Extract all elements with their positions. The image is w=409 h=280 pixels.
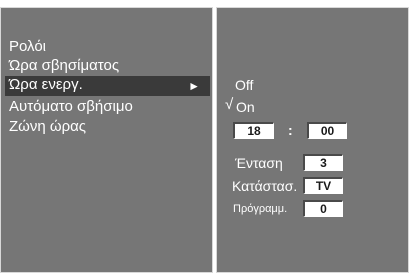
on-time-submenu-panel: Off √ On 18 : 00 Ένταση 3 Κατάστασ. TV Π… — [216, 7, 409, 273]
volume-field[interactable]: 3 — [303, 154, 343, 171]
menu-item-on-time[interactable]: Ώρα ενεργ. ► — [5, 76, 210, 96]
menu-item-clock[interactable]: Ρολόι — [9, 38, 46, 56]
menu-item-auto-off[interactable]: Αυτόματο σβήσιμο — [9, 98, 133, 116]
main-menu-panel: Ρολόι Ώρα σβησίματος Ώρα ενεργ. ► Αυτόμα… — [0, 7, 213, 273]
hour-field[interactable]: 18 — [233, 122, 274, 139]
time-separator: : — [288, 122, 293, 138]
volume-label: Ένταση — [235, 155, 283, 171]
check-mark-icon: √ — [225, 96, 234, 113]
option-on[interactable]: On — [236, 99, 255, 115]
mode-label: Κατάστασ. — [232, 178, 298, 194]
menu-item-on-time-label: Ώρα ενεργ. — [9, 76, 83, 93]
mode-field[interactable]: TV — [303, 177, 343, 194]
option-off[interactable]: Off — [235, 77, 253, 93]
program-field[interactable]: 0 — [303, 200, 343, 217]
tv-osd-menu: Ρολόι Ώρα σβησίματος Ώρα ενεργ. ► Αυτόμα… — [0, 0, 409, 280]
menu-item-off-time[interactable]: Ώρα σβησίματος — [9, 57, 119, 75]
menu-item-time-zone[interactable]: Ζώνη ώρας — [9, 118, 86, 136]
minute-field[interactable]: 00 — [307, 122, 347, 139]
arrow-right-icon: ► — [188, 79, 200, 93]
program-label: Πρόγραμμ. — [233, 203, 288, 215]
